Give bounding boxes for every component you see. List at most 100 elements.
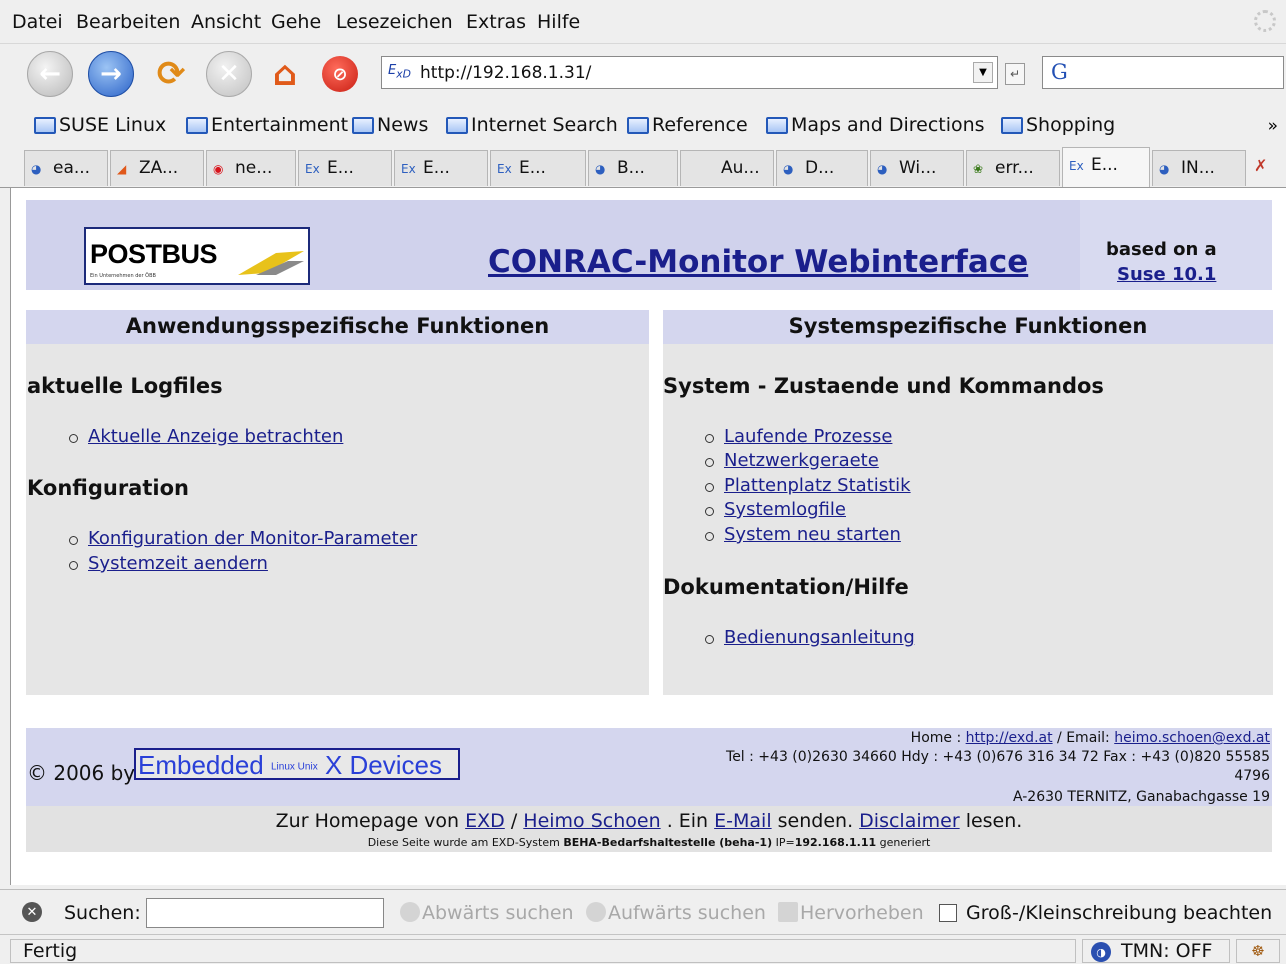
email-send-link[interactable]: E-Mail xyxy=(714,810,771,832)
tmn-label: TMN: OFF xyxy=(1121,940,1213,962)
disclaimer-link[interactable]: Disclaimer xyxy=(859,810,959,832)
tab-10[interactable]: ◕ Wi... xyxy=(870,150,964,186)
tab-label: E... xyxy=(519,158,546,178)
bookmark-news[interactable]: News xyxy=(352,114,428,136)
link-aktuelle-anzeige[interactable]: Aktuelle Anzeige betrachten xyxy=(88,426,343,447)
find-input[interactable] xyxy=(146,898,384,928)
menu-ansicht[interactable]: Ansicht xyxy=(191,11,261,33)
highlight-button[interactable]: Hervorheben xyxy=(778,902,924,924)
menu-bearbeiten[interactable]: Bearbeiten xyxy=(76,11,180,33)
home-button[interactable]: ⌂ xyxy=(262,51,308,97)
exd-homepage-link[interactable]: EXD xyxy=(465,810,505,832)
web-search-box[interactable]: G xyxy=(1042,56,1284,89)
tab-6[interactable]: Ex E... xyxy=(490,150,586,186)
bookmark-label: Shopping xyxy=(1026,114,1116,136)
google-icon[interactable]: G xyxy=(1051,60,1068,84)
bookmark-reference[interactable]: Reference xyxy=(627,114,748,136)
gen-text: IP= xyxy=(775,836,795,849)
tmn-status[interactable]: ◑ TMN: OFF xyxy=(1082,939,1230,963)
link-bedienungsanleitung[interactable]: Bedienungsanleitung xyxy=(724,627,915,648)
globe-icon: ◕ xyxy=(1159,162,1170,176)
application-functions-panel: Anwendungsspezifische Funktionen aktuell… xyxy=(26,310,649,695)
gen-system-name: BEHA-Bedarfshaltestelle (beha-1) xyxy=(563,836,773,849)
back-button[interactable]: ← xyxy=(27,51,73,97)
bullet-icon xyxy=(69,536,78,545)
email-link[interactable]: heimo.schoen@exd.at xyxy=(1114,730,1270,746)
link-laufende-prozesse[interactable]: Laufende Prozesse xyxy=(724,426,892,447)
bookmark-label: Internet Search xyxy=(471,114,618,136)
bullet-icon xyxy=(705,635,714,644)
menu-lesezeichen[interactable]: Lesezeichen xyxy=(336,11,453,33)
link-systemlogfile[interactable]: Systemlogfile xyxy=(724,499,846,520)
logo-subtext: Ein Unternehmen der ÖBB xyxy=(90,273,156,279)
footer-text: . Ein xyxy=(666,810,709,832)
menu-extras[interactable]: Extras xyxy=(466,11,526,33)
gen-text: generiert xyxy=(879,836,931,849)
stop-button[interactable]: ✕ xyxy=(206,51,252,97)
page-title[interactable]: CONRAC-Monitor Webinterface xyxy=(488,244,1028,280)
section-dokumentation: Dokumentation/Hilfe xyxy=(663,575,909,599)
tab-4[interactable]: Ex E... xyxy=(298,150,392,186)
find-down-button[interactable]: Abwärts suchen xyxy=(400,902,574,924)
close-tab-icon[interactable]: ✗ xyxy=(1254,156,1267,175)
email-label: / Email: xyxy=(1057,730,1110,746)
forward-arrow-icon: → xyxy=(100,59,122,89)
link-konfiguration-monitor[interactable]: Konfiguration der Monitor-Parameter xyxy=(88,528,417,549)
noscript-icon: ⊘ xyxy=(332,63,348,85)
find-close-button[interactable]: ✕ xyxy=(22,902,42,922)
link-netzwerkgeraete[interactable]: Netzwerkgeraete xyxy=(724,450,879,471)
url-bar[interactable]: ExD http://192.168.1.31/ ▼ xyxy=(381,56,998,89)
reload-button[interactable]: ⟳ xyxy=(148,51,194,97)
home-link[interactable]: http://exd.at xyxy=(966,730,1053,746)
tab-8[interactable]: Au... xyxy=(680,150,774,186)
case-sensitive-label[interactable]: Groß-/Kleinschreibung beachten xyxy=(966,902,1272,924)
extension-status-icon[interactable]: ☸ xyxy=(1236,939,1280,963)
menu-datei[interactable]: Datei xyxy=(12,11,63,33)
url-history-dropdown[interactable]: ▼ xyxy=(973,62,993,83)
bullet-icon xyxy=(705,434,714,443)
link-systemzeit[interactable]: Systemzeit aendern xyxy=(88,553,268,574)
case-sensitive-checkbox[interactable] xyxy=(939,904,957,922)
bookmark-label: Maps and Directions xyxy=(791,114,985,136)
tab-3[interactable]: ◉ ne... xyxy=(206,150,296,186)
bookmark-internet-search[interactable]: Internet Search xyxy=(446,114,618,136)
tab-12-active[interactable]: Ex E... xyxy=(1062,147,1150,187)
bookmark-entertainment[interactable]: Entertainment xyxy=(186,114,348,136)
tab-2[interactable]: ◢ ZA... xyxy=(110,150,204,186)
go-icon: ↵ xyxy=(1009,67,1021,81)
globe-icon: ◕ xyxy=(783,162,794,176)
exd-logo[interactable]: Embedded Linux Unix X Devices xyxy=(134,748,460,780)
tab-label: ea... xyxy=(53,158,91,178)
tab-5[interactable]: Ex E... xyxy=(394,150,488,186)
forward-button[interactable]: → xyxy=(88,51,134,97)
heimo-schoen-link[interactable]: Heimo Schoen xyxy=(523,810,660,832)
exd-icon: Ex xyxy=(401,162,416,176)
menu-hilfe[interactable]: Hilfe xyxy=(537,11,580,33)
bookmark-suse-linux[interactable]: SUSE Linux xyxy=(34,114,166,136)
site-favicon-icon: ExD xyxy=(388,63,411,81)
bookmark-shopping[interactable]: Shopping xyxy=(1001,114,1115,136)
url-text[interactable]: http://192.168.1.31/ xyxy=(420,63,591,83)
go-button[interactable]: ↵ xyxy=(1005,63,1025,85)
gen-ip: 192.168.1.11 xyxy=(794,836,877,849)
menu-gehe[interactable]: Gehe xyxy=(271,11,321,33)
footer-nav-line: Zur Homepage von EXD / Heimo Schoen . Ei… xyxy=(26,810,1272,832)
link-system-neu-starten[interactable]: System neu starten xyxy=(724,524,901,545)
tab-7[interactable]: ◕ B... xyxy=(588,150,678,186)
tab-13[interactable]: ◕ IN... xyxy=(1152,150,1246,186)
noscript-button[interactable]: ⊘ xyxy=(322,56,358,92)
bookmarks-overflow-button[interactable]: » xyxy=(1268,116,1278,136)
tab-1[interactable]: ◕ ea... xyxy=(24,150,108,186)
generated-line: Diese Seite wurde am EXD-System BEHA-Bed… xyxy=(26,836,1272,849)
bookmark-label: Entertainment xyxy=(211,114,349,136)
tab-label: IN... xyxy=(1181,158,1215,178)
stop-icon: ✕ xyxy=(218,59,240,89)
tab-9[interactable]: ◕ D... xyxy=(776,150,868,186)
status-bar: Fertig ◑ TMN: OFF ☸ xyxy=(0,934,1286,964)
link-plattenplatz[interactable]: Plattenplatz Statistik xyxy=(724,475,911,496)
bookmark-maps-and-directions[interactable]: Maps and Directions xyxy=(766,114,985,136)
find-up-button[interactable]: Aufwärts suchen xyxy=(586,902,766,924)
suse-link[interactable]: Suse 10.1 xyxy=(1117,264,1216,285)
tab-11[interactable]: ❀ err... xyxy=(966,150,1060,186)
tab-bar: ◕ ea... ◢ ZA... ◉ ne... Ex E... Ex E... Ex E..… xyxy=(0,146,1286,188)
